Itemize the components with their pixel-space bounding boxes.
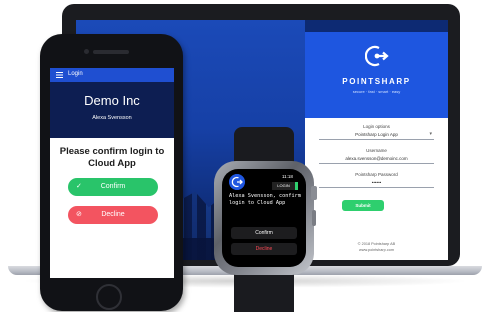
watch-time: 11:18	[282, 174, 293, 179]
login-options-label: Login options	[363, 124, 390, 129]
decline-button[interactable]: ⊘ Decline	[68, 206, 158, 224]
digital-crown[interactable]	[311, 186, 317, 200]
user-name: Alexa Svensson	[92, 115, 132, 121]
confirm-button[interactable]: ✓ Confirm	[68, 178, 158, 196]
brand-name: POINTSHARP	[342, 77, 411, 86]
login-options-value: Pointsharp Login App	[355, 132, 398, 137]
footer-link[interactable]: www.pointsharp.com	[305, 248, 448, 252]
watch-decline-button[interactable]: Decline	[231, 243, 297, 255]
smartphone: Login Demo Inc Alexa Svensson Please con…	[40, 34, 183, 311]
pointsharp-app-icon	[229, 174, 245, 190]
decline-label: Decline	[101, 211, 125, 218]
check-icon: ✓	[76, 183, 82, 190]
watch-message: Alexa Svensson, confirm login to Cloud A…	[229, 193, 301, 206]
username-value: alexa.svensson@demoinc.com	[345, 156, 408, 161]
password-label: Pointsharp Password	[355, 172, 398, 177]
cancel-icon: ⊘	[76, 211, 82, 218]
brand-tagline: secure · fast · smart · easy	[352, 89, 401, 94]
phone-earpiece	[93, 50, 129, 54]
confirm-label: Confirm	[100, 183, 126, 190]
watch-confirm-button[interactable]: Confirm	[231, 227, 297, 239]
username-label: Username	[366, 148, 387, 153]
watch-side-button[interactable]	[312, 210, 316, 226]
smartwatch: 11:18 LOGIN Alexa Svensson, confirm logi…	[214, 161, 314, 275]
submit-button[interactable]: Submit	[342, 200, 384, 211]
company-name: Demo Inc	[84, 93, 140, 108]
username-field[interactable]: alexa.svensson@demoinc.com	[319, 154, 434, 164]
phone-screen: Login Demo Inc Alexa Svensson Please con…	[50, 68, 174, 278]
product-illustration: POINTSHARP secure · fast · smart · easy …	[0, 0, 490, 312]
watch-app-label: LOGIN	[272, 182, 298, 190]
login-options-select[interactable]: Pointsharp Login App ▾	[319, 130, 434, 140]
home-button[interactable]	[96, 284, 122, 310]
pointsharp-logo-icon	[364, 45, 389, 67]
app-header: Login	[50, 68, 174, 82]
account-banner: Demo Inc Alexa Svensson	[50, 82, 174, 138]
confirm-prompt: Please confirm login to Cloud App	[59, 146, 165, 169]
watch-screen: 11:18 LOGIN Alexa Svensson, confirm logi…	[222, 169, 306, 267]
login-form: Login options Pointsharp Login App ▾ Use…	[305, 118, 448, 260]
camera-icon	[84, 49, 89, 54]
header-title: Login	[68, 71, 83, 77]
brand-panel: POINTSHARP secure · fast · smart · easy	[305, 32, 448, 118]
password-field[interactable]: ••••••	[319, 178, 434, 188]
footer-copyright: © 2018 Pointsharp AB	[357, 242, 396, 246]
password-value: ••••••	[371, 180, 382, 185]
hamburger-menu-icon[interactable]	[56, 72, 63, 78]
chevron-down-icon: ▾	[429, 131, 432, 137]
